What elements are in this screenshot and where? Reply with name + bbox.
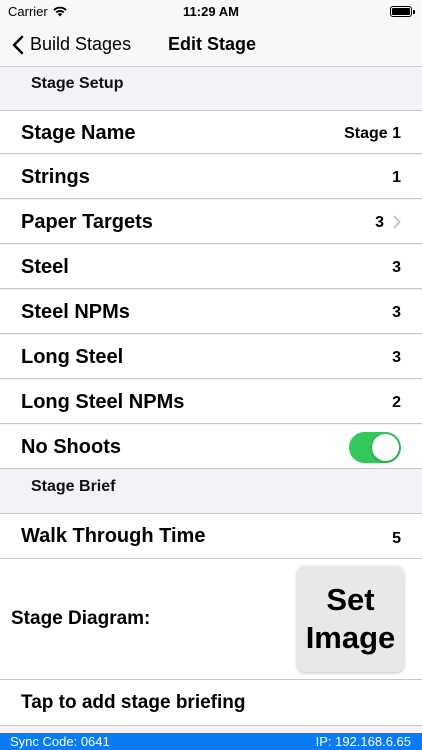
section-header-stage-setup: Stage Setup <box>0 67 422 110</box>
row-value: 3 <box>392 349 401 366</box>
row-value: 1 <box>392 169 401 186</box>
page-title: Edit Stage <box>168 34 257 54</box>
chevron-right-icon <box>393 215 401 229</box>
sync-code: Sync Code: 0641 <box>10 734 110 749</box>
row-label: Strings <box>21 166 90 188</box>
set-image-label-line1: Set <box>326 582 375 617</box>
row-no-shoots: No Shoots <box>0 425 422 469</box>
row-strings[interactable]: Strings 1 <box>0 155 422 199</box>
navigation-bar: Build Stages Edit Stage <box>0 24 422 67</box>
row-value: 3 <box>392 304 401 321</box>
row-steel[interactable]: Steel 3 <box>0 245 422 289</box>
row-steel-npms[interactable]: Steel NPMs 3 <box>0 290 422 334</box>
row-value: Stage 1 <box>344 125 401 142</box>
row-label: Long Steel <box>21 346 124 368</box>
set-image-label-line2: Image <box>305 620 396 655</box>
no-shoots-toggle[interactable] <box>349 432 401 463</box>
row-label: Stage Name <box>21 122 136 144</box>
row-label: Long Steel NPMs <box>21 391 185 413</box>
row-value: 2 <box>392 394 401 411</box>
section-title: Stage Brief <box>31 478 116 495</box>
stage-briefing-field[interactable]: Tap to add stage briefing <box>0 680 422 726</box>
footer-bar: Sync Code: 0641 IP: 192.168.6.65 <box>0 733 422 750</box>
status-bar: Carrier 11:29 AM <box>0 0 422 24</box>
row-walk-through-time[interactable]: Walk Through Time 5 <box>0 513 422 559</box>
back-button[interactable]: Build Stages <box>12 34 131 55</box>
row-value: 3 <box>375 214 384 231</box>
ip-address: IP: 192.168.6.65 <box>315 734 411 749</box>
row-value: 3 <box>392 259 401 276</box>
section-title: Stage Setup <box>31 75 124 92</box>
row-label: Walk Through Time <box>21 525 206 547</box>
row-label: Paper Targets <box>21 211 153 233</box>
status-time: 11:29 AM <box>183 4 239 19</box>
battery-icon <box>390 6 415 17</box>
chevron-left-icon <box>12 35 24 54</box>
row-long-steel-npms[interactable]: Long Steel NPMs 2 <box>0 380 422 424</box>
row-label: Steel <box>21 256 69 278</box>
row-long-steel[interactable]: Long Steel 3 <box>0 335 422 379</box>
stage-briefing-placeholder: Tap to add stage briefing <box>21 692 246 713</box>
row-value: 5 <box>392 530 401 547</box>
stage-diagram-label: Stage Diagram: <box>11 608 151 629</box>
row-stage-name[interactable]: Stage Name Stage 1 <box>0 110 422 154</box>
row-label: Steel NPMs <box>21 301 130 323</box>
section-header-stage-brief: Stage Brief <box>0 469 422 513</box>
row-paper-targets[interactable]: Paper Targets 3 <box>0 200 422 244</box>
set-image-button[interactable]: Set Image <box>297 566 404 672</box>
stage-diagram-row: Stage Diagram: Set Image <box>0 559 422 680</box>
back-button-label: Build Stages <box>30 34 132 54</box>
row-label: No Shoots <box>21 436 121 458</box>
